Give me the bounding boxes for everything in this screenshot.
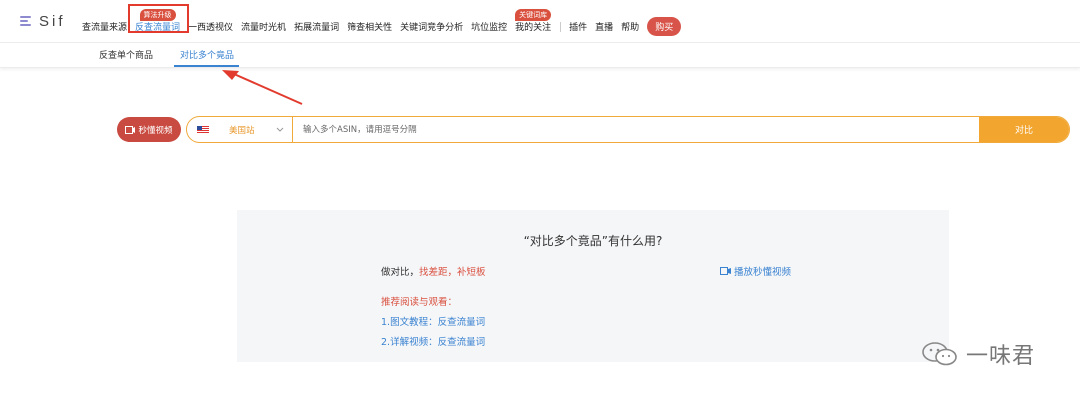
top-navigation-bar: Sif 查流量来源 算法升级 反查流量词 一西透视仪 流量时光机 拓展流量词 筛… <box>0 0 1080 43</box>
tab-single-product[interactable]: 反查单个商品 <box>99 48 153 61</box>
asin-input[interactable] <box>293 117 979 142</box>
tutorial-link-text[interactable]: 1.图文教程：反查流量词 <box>381 314 485 328</box>
video-button-label: 秒懂视频 <box>138 125 173 136</box>
marketplace-label: 美国站 <box>229 125 255 136</box>
chevron-down-icon <box>276 127 284 132</box>
info-description-prefix: 做对比， <box>381 267 420 278</box>
video-tutorial-button[interactable]: 秒懂视频 <box>117 117 181 142</box>
play-video-link[interactable]: 播放秒懂视频 <box>720 264 791 278</box>
nav-item-perspective[interactable]: 一西透视仪 <box>188 20 233 33</box>
info-description-highlight: 找差距，补短板 <box>419 267 486 278</box>
menu-lines-icon <box>20 16 32 27</box>
nav-item-plugin[interactable]: 插件 <box>569 20 587 33</box>
info-title: “对比多个竟品”有什么用? <box>523 234 663 248</box>
info-panel: “对比多个竟品”有什么用? 做对比，找差距，补短板 播放秒懂视频 推荐阅读与观看… <box>237 210 949 362</box>
nav-item-competition[interactable]: 关键词竞争分析 <box>400 20 463 33</box>
nav-item-slot-monitor[interactable]: 坑位监控 <box>471 20 507 33</box>
marketplace-select[interactable]: 美国站 <box>187 117 293 142</box>
us-flag-icon <box>197 125 209 134</box>
watermark: 一味君 <box>920 338 1035 370</box>
logo[interactable]: Sif <box>20 13 66 30</box>
nav-item-help[interactable]: 帮助 <box>621 20 639 33</box>
nav-item-expand-keywords[interactable]: 拓展流量词 <box>294 20 339 33</box>
highlight-annotation-box <box>128 4 189 33</box>
recommend-heading: 推荐阅读与观看： <box>381 297 458 308</box>
buy-button[interactable]: 购买 <box>647 17 682 36</box>
asin-search-bar: 美国站 对比 <box>186 116 1070 143</box>
sub-tab-bar: 反查单个商品 对比多个竟品 <box>0 42 1080 68</box>
active-tab-indicator <box>174 65 239 67</box>
wechat-icon <box>922 342 957 366</box>
logo-text: Sif <box>39 13 66 30</box>
nav-item-live[interactable]: 直播 <box>595 20 613 33</box>
tutorial-link-video[interactable]: 2.详解视频：反查流量词 <box>381 334 485 348</box>
nav-tag-keyword-library: 关键词库 <box>515 9 552 21</box>
info-description: 做对比，找差距，补短板 <box>381 264 486 278</box>
video-icon <box>720 267 731 275</box>
nav-item-time-machine[interactable]: 流量时光机 <box>241 20 286 33</box>
nav-item-relevance[interactable]: 筛查相关性 <box>347 20 392 33</box>
nav-item-traffic-source[interactable]: 查流量来源 <box>82 20 127 33</box>
annotation-arrow-icon <box>222 70 303 105</box>
play-video-label: 播放秒懂视频 <box>734 267 792 278</box>
tab-compare-products[interactable]: 对比多个竟品 <box>180 48 234 61</box>
watermark-text: 一味君 <box>966 344 1036 369</box>
nav-divider <box>560 21 562 32</box>
compare-button[interactable]: 对比 <box>979 117 1069 142</box>
nav-item-my-follow[interactable]: 关键词库 我的关注 <box>515 9 551 33</box>
video-icon <box>125 125 136 134</box>
